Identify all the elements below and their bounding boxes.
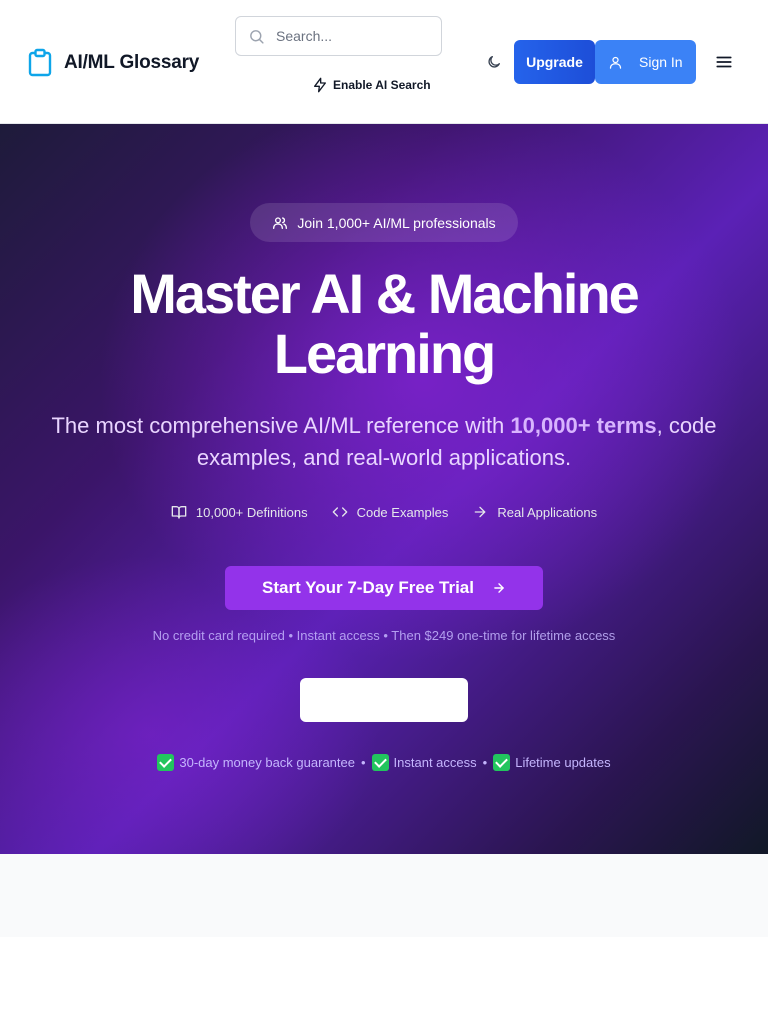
arrow-right-icon: [475, 506, 486, 518]
moon-icon: [488, 56, 500, 68]
guarantee-list: 30-day money back guarantee • Instant ac…: [0, 754, 768, 771]
menu-button[interactable]: [712, 50, 736, 74]
lightning-icon: [314, 77, 326, 93]
subtitle-highlight: 10,000+ terms: [510, 413, 657, 438]
sign-in-button[interactable]: Sign In: [595, 40, 696, 84]
users-icon: [273, 216, 288, 229]
feature-list: 10,000+ Definitions Code Examples Real A…: [0, 504, 768, 520]
start-free-trial-button[interactable]: Start Your 7-Day Free Trial: [225, 566, 543, 610]
feature-real-applications: Real Applications: [472, 504, 597, 520]
hero-section: Join 1,000+ AI/ML professionals Master A…: [0, 124, 768, 854]
clipboard-icon: [28, 48, 52, 77]
guarantee-item: 30-day money back guarantee: [157, 754, 355, 771]
guarantee-item: Lifetime updates: [493, 754, 611, 771]
section-divider-band: [0, 854, 768, 937]
user-icon: [609, 56, 622, 69]
feature-definitions: 10,000+ Definitions: [171, 504, 308, 520]
site-header: AI/ML Glossary Enable AI Search Upgrade …: [0, 0, 768, 124]
subtitle-pre: The most comprehensive AI/ML reference w…: [51, 413, 511, 438]
enable-ai-search-button[interactable]: Enable AI Search: [312, 77, 431, 93]
check-mark-icon: [493, 754, 511, 771]
hero-title-line-1: Master AI & Machine: [130, 262, 640, 325]
secondary-action-placeholder[interactable]: [300, 678, 468, 722]
book-icon: [171, 506, 187, 519]
cta-note: No credit card required • Instant access…: [152, 628, 616, 643]
check-mark-icon: [371, 754, 389, 771]
community-badge: Join 1,000+ AI/ML professionals: [250, 203, 518, 242]
upgrade-button[interactable]: Upgrade: [514, 40, 595, 84]
hero-subtitle: The most comprehensive AI/ML reference w…: [20, 410, 748, 474]
search-input[interactable]: [276, 17, 436, 55]
feature-label: 10,000+ Definitions: [195, 504, 308, 520]
guarantee-item: Instant access: [371, 754, 477, 771]
hero-title-line-2: Learning: [273, 322, 496, 385]
feature-label: Real Applications: [497, 504, 598, 520]
hero-title: Master AI & Machine Learning: [0, 264, 768, 384]
feature-code-examples: Code Examples: [332, 504, 449, 520]
logo-link[interactable]: AI/ML Glossary: [27, 48, 199, 77]
check-mark-icon: [157, 754, 175, 771]
theme-toggle-button[interactable]: [482, 50, 506, 74]
code-icon: [332, 507, 347, 517]
badge-text: Join 1,000+ AI/ML professionals: [297, 214, 496, 231]
hamburger-menu-icon: [716, 56, 732, 68]
guarantee-label: 30-day money back guarantee: [179, 755, 355, 770]
search-icon: [250, 30, 264, 44]
guarantee-label: Lifetime updates: [515, 755, 611, 770]
separator: •: [482, 755, 488, 770]
separator: •: [360, 755, 366, 770]
logo-text: AI/ML Glossary: [64, 51, 200, 73]
sign-in-label: Sign In: [639, 54, 683, 70]
enable-ai-search-label: Enable AI Search: [333, 78, 431, 92]
search-box: [235, 16, 442, 56]
cta-label: Start Your 7-Day Free Trial: [262, 578, 474, 597]
feature-label: Code Examples: [356, 504, 449, 520]
guarantee-label: Instant access: [393, 755, 477, 770]
arrow-right-icon: [494, 583, 504, 593]
